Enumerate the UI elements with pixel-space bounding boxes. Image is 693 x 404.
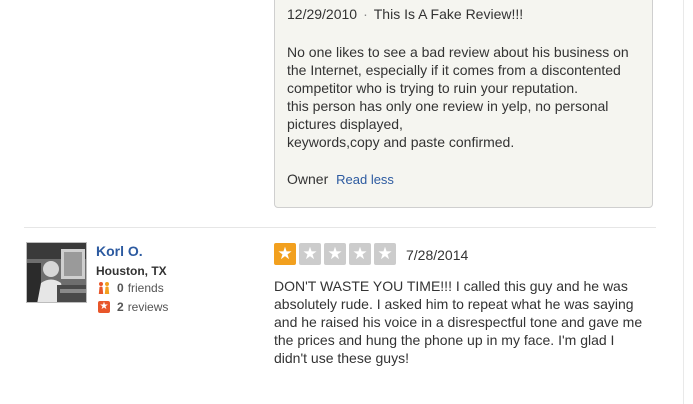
star-filled-icon: ★ xyxy=(274,243,296,265)
reviews-count: 2 xyxy=(117,300,124,314)
owner-label: Owner xyxy=(287,171,329,187)
reviewer-name-link[interactable]: Korl O. xyxy=(96,243,143,259)
reviewer-location: Houston, TX xyxy=(96,264,167,278)
owner-comment-footer: Owner Read less xyxy=(287,171,394,187)
friends-label: friends xyxy=(127,281,164,295)
owner-comment-separator: · xyxy=(363,6,368,22)
review-star-icon: ★ xyxy=(98,301,110,313)
owner-comment-paragraph: keywords,copy and paste confirmed. xyxy=(287,134,515,150)
read-less-link[interactable]: Read less xyxy=(336,172,394,187)
star-rating: ★ ★ ★ ★ ★ xyxy=(274,243,399,265)
reviewer-avatar[interactable] xyxy=(26,242,87,303)
reviewer-reviews-stat: ★ 2 reviews xyxy=(98,300,168,314)
content-right-border xyxy=(683,0,684,404)
owner-comment-box: 12/29/2010 · This Is A Fake Review!!! No o… xyxy=(274,0,653,208)
owner-comment-title: This Is A Fake Review!!! xyxy=(373,6,524,22)
star-empty-icon: ★ xyxy=(299,243,321,265)
reviewer-photo xyxy=(27,243,86,302)
friends-count: 0 xyxy=(117,281,124,295)
owner-comment-date: 12/29/2010 xyxy=(287,6,358,22)
review-text: DON'T WASTE YOU TIME!!! I called this gu… xyxy=(274,278,643,366)
owner-comment-paragraph: No one likes to see a bad review about h… xyxy=(287,44,629,96)
owner-comment-body: No one likes to see a bad review about h… xyxy=(287,43,642,151)
review-date: 7/28/2014 xyxy=(406,247,469,263)
star-empty-icon: ★ xyxy=(349,243,371,265)
star-empty-icon: ★ xyxy=(374,243,396,265)
star-empty-icon: ★ xyxy=(324,243,346,265)
owner-comment-header: 12/29/2010 · This Is A Fake Review!!! xyxy=(287,6,523,22)
reviewer-friends-stat: 0 friends xyxy=(98,281,164,295)
review-divider xyxy=(24,227,656,228)
reviews-label: reviews xyxy=(127,300,169,314)
owner-comment-paragraph: this person has only one review in yelp,… xyxy=(287,98,609,132)
friends-icon xyxy=(98,282,110,294)
